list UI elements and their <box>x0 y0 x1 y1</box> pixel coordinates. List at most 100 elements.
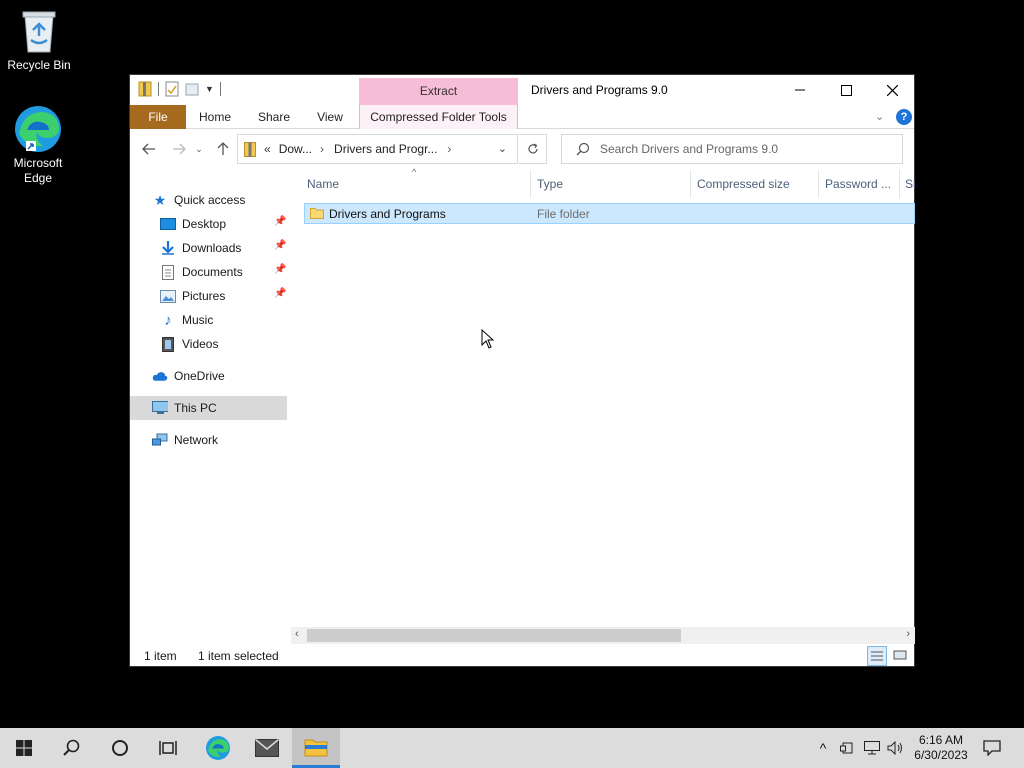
expand-ribbon-icon[interactable]: ⌄ <box>875 110 884 123</box>
taskbar-file-explorer[interactable] <box>292 728 340 768</box>
breadcrumb-item[interactable]: Drivers and Progr... <box>334 142 437 156</box>
search-button[interactable] <box>48 728 96 768</box>
details-view-icon[interactable] <box>867 646 887 666</box>
column-header-password[interactable]: Password ... <box>825 174 897 194</box>
tab-compressed-folder-tools[interactable]: Compressed Folder Tools <box>359 105 518 129</box>
navigation-pane: ★ Quick access Desktop 📌 Downloads 📌 Doc… <box>130 168 290 648</box>
recent-locations-button[interactable]: ⌄ <box>193 139 205 159</box>
tray-network-button[interactable] <box>862 728 882 768</box>
file-row[interactable]: Drivers and Programs File folder <box>304 203 915 224</box>
back-button[interactable] <box>139 139 159 159</box>
desktop-icon-edge[interactable]: Microsoft Edge <box>0 104 76 186</box>
nav-network[interactable]: Network <box>152 428 290 452</box>
edge-icon <box>206 736 230 760</box>
minimize-button[interactable] <box>777 75 823 105</box>
nav-quick-access[interactable]: ★ Quick access <box>152 188 290 212</box>
nav-label: Desktop <box>182 217 227 231</box>
column-header-name[interactable]: Name <box>307 174 527 194</box>
column-divider[interactable] <box>899 170 900 198</box>
tray-overflow-button[interactable]: ^ <box>813 728 833 768</box>
tab-file[interactable]: File <box>130 105 186 129</box>
nav-downloads[interactable]: Downloads <box>160 236 290 260</box>
title-bar[interactable]: ▼ Extract Drivers and Programs 9.0 <box>130 75 914 105</box>
column-header-type[interactable]: Type <box>537 174 687 194</box>
desktop-icon-recycle-bin[interactable]: Recycle Bin <box>1 8 77 73</box>
edge-icon <box>15 106 61 152</box>
taskbar-edge[interactable] <box>194 728 242 768</box>
nav-desktop[interactable]: Desktop <box>160 212 290 236</box>
up-arrow-icon <box>217 142 229 155</box>
pin-icon: 📌 <box>274 240 287 251</box>
search-box[interactable] <box>561 134 903 164</box>
recycle-bin-icon <box>22 11 56 53</box>
large-icons-view-icon[interactable] <box>891 646 911 666</box>
context-tab-group-extract[interactable]: Extract <box>359 78 518 105</box>
close-button[interactable] <box>869 75 915 105</box>
nav-videos[interactable]: Videos <box>160 332 290 356</box>
nav-onedrive[interactable]: OneDrive <box>152 364 290 388</box>
file-list-pane[interactable]: ^ Name Type Compressed size Password ...… <box>291 167 915 628</box>
taskbar: ^ 6:16 AM 6/30/2023 <box>0 728 1024 768</box>
up-button[interactable] <box>213 139 233 159</box>
forward-button[interactable] <box>169 139 189 159</box>
pin-icon: 📌 <box>274 216 287 227</box>
separator <box>219 82 221 96</box>
minimize-icon <box>795 89 805 91</box>
tray-device-icon[interactable] <box>838 728 856 768</box>
maximize-button[interactable] <box>823 75 869 105</box>
tray-volume-button[interactable] <box>886 728 906 768</box>
start-button[interactable] <box>0 728 48 768</box>
desktop-folder-icon <box>160 216 176 232</box>
forward-arrow-icon <box>173 143 186 155</box>
videos-folder-icon <box>160 336 176 352</box>
breadcrumb-item[interactable]: Dow... <box>279 142 312 156</box>
nav-music[interactable]: ♪ Music <box>160 308 290 332</box>
nav-label: Network <box>174 433 219 447</box>
tab-share[interactable]: Share <box>248 105 300 129</box>
clock[interactable]: 6:16 AM 6/30/2023 <box>908 728 974 768</box>
scrollbar-thumb[interactable] <box>307 629 681 642</box>
network-icon <box>152 432 168 448</box>
maximize-icon <box>840 84 852 96</box>
file-type: File folder <box>537 207 590 221</box>
cortana-button[interactable] <box>96 728 144 768</box>
separator <box>158 82 159 96</box>
column-divider[interactable] <box>818 170 819 198</box>
breadcrumb-overflow[interactable]: « <box>264 142 271 156</box>
nav-label: Downloads <box>182 241 242 255</box>
address-bar[interactable]: « Dow... › Drivers and Progr... › ⌄ <box>237 134 518 164</box>
computer-icon <box>152 400 168 416</box>
nav-this-pc[interactable]: This PC <box>130 396 287 420</box>
nav-label: This PC <box>174 401 217 415</box>
horizontal-scrollbar[interactable]: ‹ › <box>291 627 915 644</box>
nav-documents[interactable]: Documents <box>160 260 290 284</box>
cortana-icon <box>112 740 128 756</box>
help-icon[interactable]: ? <box>896 109 912 125</box>
item-count: 1 item <box>144 649 177 663</box>
clock-time: 6:16 AM <box>918 733 964 747</box>
column-divider[interactable] <box>690 170 691 198</box>
scroll-right-icon[interactable]: › <box>906 628 910 640</box>
column-header-compressed-size[interactable]: Compressed size <box>697 174 815 194</box>
properties-icon[interactable] <box>165 81 179 97</box>
column-divider[interactable] <box>530 170 531 198</box>
new-folder-icon[interactable] <box>185 81 199 97</box>
breadcrumb-separator-icon[interactable]: › <box>320 142 324 156</box>
scroll-left-icon[interactable]: ‹ <box>295 628 299 640</box>
action-center-button[interactable] <box>978 728 1006 768</box>
nav-label: Music <box>182 313 214 327</box>
nav-pictures[interactable]: Pictures <box>160 284 290 308</box>
address-dropdown-icon[interactable]: ⌄ <box>498 142 507 155</box>
windows-logo-icon <box>16 740 32 756</box>
tab-home[interactable]: Home <box>190 105 240 129</box>
task-view-button[interactable] <box>144 728 192 768</box>
column-header-size[interactable]: Si <box>905 174 915 194</box>
customize-qat-icon[interactable]: ▼ <box>205 84 214 94</box>
search-input[interactable] <box>600 142 890 156</box>
refresh-button[interactable] <box>519 134 547 164</box>
taskbar-mail[interactable] <box>243 728 291 768</box>
nav-label: Videos <box>182 337 219 351</box>
quick-access-toolbar: ▼ <box>138 81 221 97</box>
breadcrumb-separator-icon[interactable]: › <box>447 142 451 156</box>
tab-view[interactable]: View <box>306 105 354 129</box>
